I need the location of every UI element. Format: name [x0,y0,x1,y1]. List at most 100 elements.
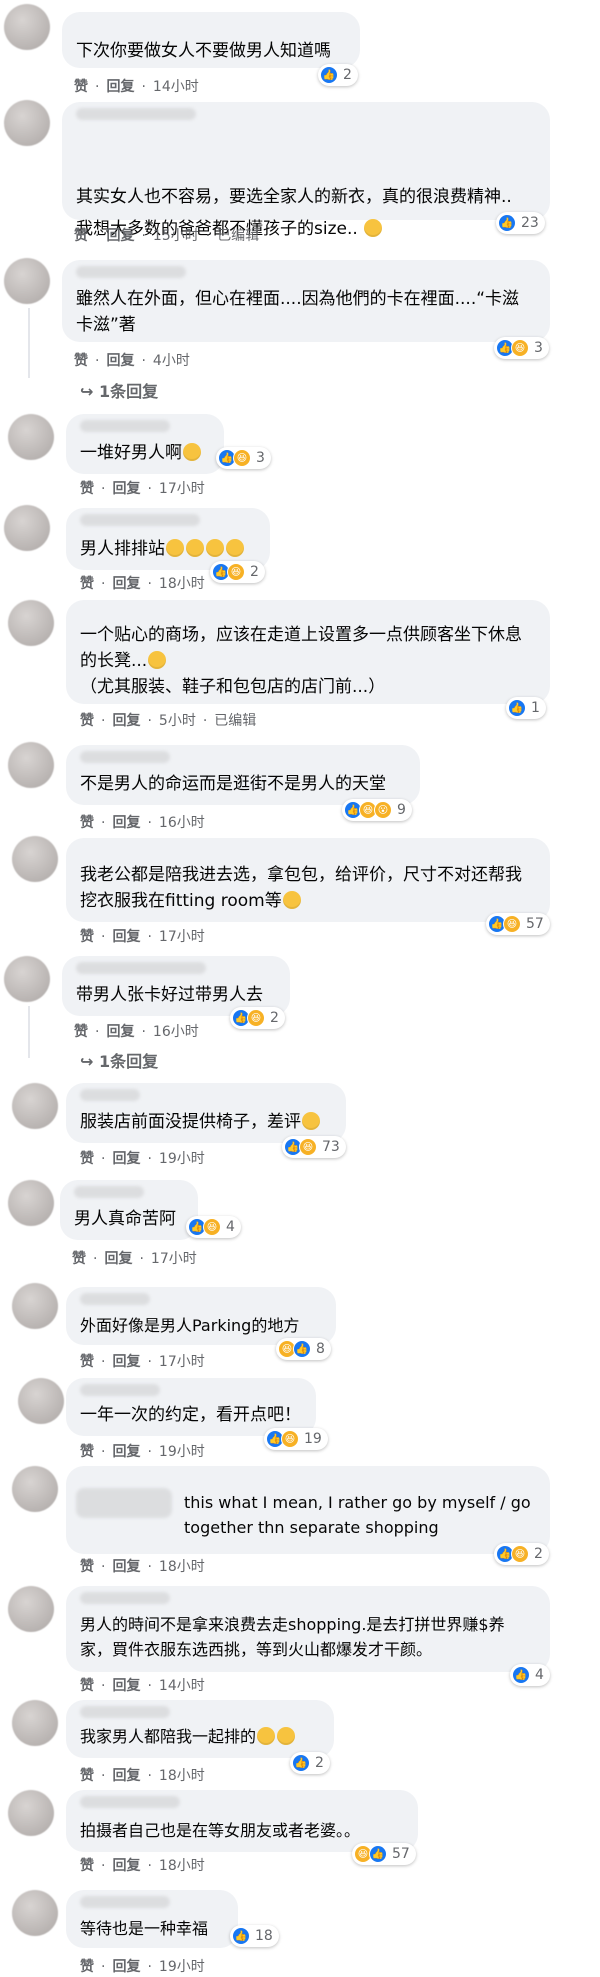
reply-button[interactable]: 回复 [112,1768,140,1784]
view-replies-link[interactable]: ↪ 1条回复 [80,1048,158,1072]
reply-button[interactable]: 回复 [112,576,140,592]
timestamp[interactable]: 18小时 [159,576,205,592]
avatar[interactable] [12,1283,58,1329]
like-button[interactable]: 赞 [80,1768,94,1784]
commenter-name[interactable] [80,1896,170,1908]
timestamp[interactable]: 19小时 [159,1959,205,1975]
reply-button[interactable]: 回复 [106,228,134,244]
like-button[interactable]: 赞 [80,1559,94,1575]
avatar[interactable] [12,1083,58,1129]
reaction-summary[interactable]: 😆 👍 57 [352,1843,416,1865]
reply-button[interactable]: 回复 [112,1151,140,1167]
commenter-name[interactable] [76,266,186,278]
like-button[interactable]: 赞 [74,1024,88,1040]
reaction-summary[interactable]: 👍 2 [290,1752,330,1774]
avatar[interactable] [12,1466,58,1512]
reaction-summary[interactable]: 👍 😆 4 [186,1216,241,1238]
reaction-summary[interactable]: 👍 😆 2 [210,561,265,583]
like-button[interactable]: 赞 [80,481,94,497]
reply-button[interactable]: 回复 [112,1354,140,1370]
commenter-name[interactable] [80,514,200,526]
timestamp[interactable]: 14小时 [153,79,199,95]
commenter-name[interactable] [80,1706,170,1718]
like-button[interactable]: 赞 [74,353,88,369]
reply-button[interactable]: 回复 [106,1024,134,1040]
avatar[interactable] [8,742,54,788]
reaction-summary[interactable]: 😆 👍 8 [276,1338,331,1360]
avatar[interactable] [8,414,54,460]
avatar[interactable] [12,1890,58,1936]
reaction-summary[interactable]: 👍 23 [496,212,545,234]
avatar[interactable] [18,1378,64,1424]
like-button[interactable]: 赞 [80,576,94,592]
timestamp[interactable]: 15小时 [153,228,199,244]
commenter-name[interactable] [80,1592,170,1604]
timestamp[interactable]: 17小时 [151,1251,197,1267]
reaction-summary[interactable]: 👍 😆 2 [230,1007,285,1029]
reply-button[interactable]: 回复 [112,1559,140,1575]
reply-button[interactable]: 回复 [112,1959,140,1975]
commenter-name[interactable] [76,1488,172,1518]
reaction-summary[interactable]: 👍 😆 19 [264,1428,328,1450]
reply-button[interactable]: 回复 [112,481,140,497]
like-button[interactable]: 赞 [80,1959,94,1975]
commenter-name[interactable] [80,1293,150,1305]
timestamp[interactable]: 16小时 [153,1024,199,1040]
commenter-name[interactable] [80,1796,180,1808]
timestamp[interactable]: 18小时 [159,1858,205,1874]
commenter-name[interactable] [76,108,196,120]
timestamp[interactable]: 17小时 [159,481,205,497]
like-button[interactable]: 赞 [80,1858,94,1874]
reply-button[interactable]: 回复 [106,353,134,369]
avatar[interactable] [4,100,50,146]
reply-button[interactable]: 回复 [106,79,134,95]
timestamp[interactable]: 19小时 [159,1444,205,1460]
reaction-summary[interactable]: 👍 18 [230,1925,279,1947]
timestamp[interactable]: 17小时 [159,929,205,945]
reply-button[interactable]: 回复 [112,815,140,831]
reaction-summary[interactable]: 👍 😆 57 [486,913,550,935]
reply-button[interactable]: 回复 [112,1858,140,1874]
commenter-name[interactable] [76,962,206,974]
like-button[interactable]: 赞 [80,1678,94,1694]
commenter-name[interactable] [80,1384,160,1396]
reaction-summary[interactable]: 👍 😆 3 [216,447,271,469]
avatar[interactable] [8,600,54,646]
commenter-name[interactable] [74,1186,144,1198]
reply-button[interactable]: 回复 [112,1444,140,1460]
timestamp[interactable]: 4小时 [153,353,190,369]
reaction-summary[interactable]: 👍 😆 3 [494,337,549,359]
timestamp[interactable]: 17小时 [159,1354,205,1370]
timestamp[interactable]: 18小时 [159,1559,205,1575]
timestamp[interactable]: 16小时 [159,815,205,831]
like-button[interactable]: 赞 [80,1151,94,1167]
reply-button[interactable]: 回复 [112,713,140,729]
avatar[interactable] [12,1700,58,1746]
avatar[interactable] [4,956,50,1002]
reaction-summary[interactable]: 👍 2 [318,64,358,86]
reaction-summary[interactable]: 👍 😆 😮 9 [342,799,412,821]
like-button[interactable]: 赞 [72,1251,86,1267]
commenter-name[interactable] [80,1089,140,1101]
reply-button[interactable]: 回复 [112,1678,140,1694]
avatar[interactable] [8,1790,54,1836]
view-replies-link[interactable]: ↪ 1条回复 [80,378,158,402]
like-button[interactable]: 赞 [74,228,88,244]
timestamp[interactable]: 14小时 [159,1678,205,1694]
avatar[interactable] [8,1180,54,1226]
timestamp[interactable]: 5小时 [159,713,196,729]
reply-button[interactable]: 回复 [104,1251,132,1267]
commenter-name[interactable] [80,751,170,763]
like-button[interactable]: 赞 [80,1444,94,1460]
reaction-summary[interactable]: 👍 1 [506,697,546,719]
avatar[interactable] [4,505,50,551]
avatar[interactable] [4,4,50,50]
avatar[interactable] [8,1586,54,1632]
reaction-summary[interactable]: 👍 😆 73 [282,1136,346,1158]
timestamp[interactable]: 18小时 [159,1768,205,1784]
like-button[interactable]: 赞 [80,815,94,831]
like-button[interactable]: 赞 [80,929,94,945]
like-button[interactable]: 赞 [74,79,88,95]
timestamp[interactable]: 19小时 [159,1151,205,1167]
avatar[interactable] [4,258,50,304]
